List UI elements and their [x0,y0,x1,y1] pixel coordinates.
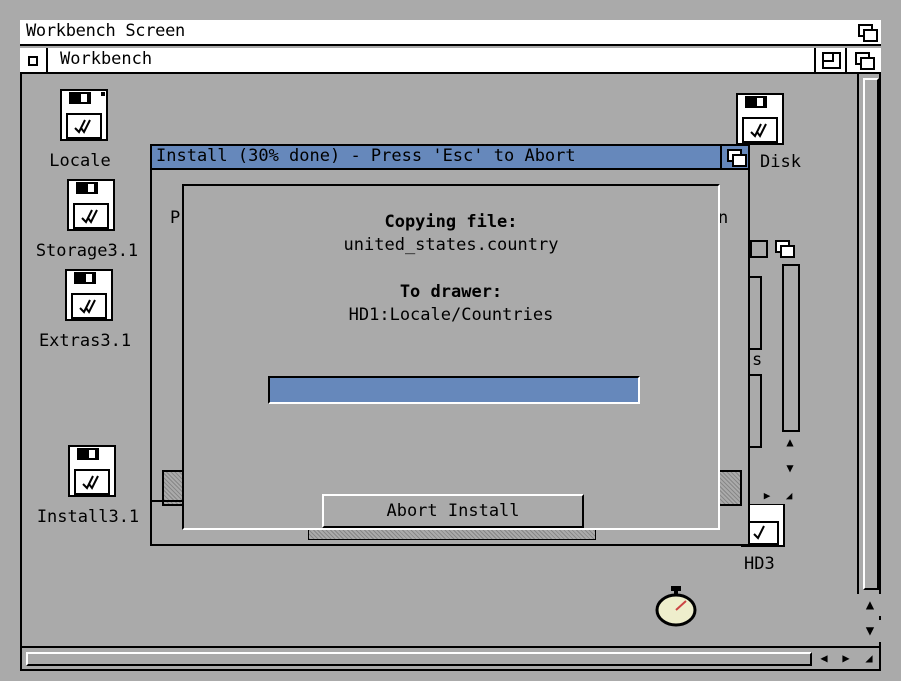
install-progress-panel: Copying file: united_states.country To d… [182,184,720,530]
drawer-label: To drawer: [399,282,503,302]
icon-label: Storage3.1 [35,241,139,261]
stopwatch-icon [655,586,697,627]
disk-icon-install[interactable]: Install3.1 [30,444,146,527]
disk-icon [68,445,116,497]
icon-label: Install3.1 [36,507,140,527]
arrow-right-icon[interactable]: ▶ [758,486,776,504]
arrow-down-icon[interactable]: ▼ [780,458,800,478]
partial-text: s [752,350,763,370]
icon-label: Locale [49,151,111,171]
disk-icon [60,89,108,141]
install-window: Install (30% done) - Press 'Esc' to Abor… [150,144,750,546]
disk-icon [65,269,113,321]
arrow-down-icon[interactable]: ▼ [859,620,881,642]
arrow-up-icon[interactable]: ▲ [859,594,881,616]
progress-fill [270,378,381,402]
disk-icon [67,179,115,231]
install-window-title: Install (30% done) - Press 'Esc' to Abor… [156,146,576,166]
vertical-scrollbar[interactable] [857,74,881,594]
screen-depth-gadget-icon[interactable] [855,21,879,43]
icon-label: Extras3.1 [38,331,132,351]
disk-icon-locale[interactable]: Locale [40,88,120,171]
progress-bar [268,376,640,404]
resize-icon[interactable]: ◢ [780,486,798,504]
depth-gadget-icon[interactable] [724,146,748,168]
arrow-right-icon[interactable]: ▶ [836,648,856,668]
icon-label: Disk [760,152,801,172]
depth-gadget-icon[interactable] [772,237,796,259]
arrow-left-icon[interactable]: ◀ [814,648,834,668]
workbench-title: Workbench [60,49,153,69]
file-name: united_states.country [343,235,559,255]
disk-icon-storage[interactable]: Storage3.1 [32,178,142,261]
arrow-up-icon[interactable]: ▲ [780,432,800,452]
depth-gadget-icon[interactable] [852,49,876,71]
abort-install-button[interactable]: Abort Install [322,494,584,528]
screen-title: Workbench Screen [26,21,185,41]
workbench-title-bar[interactable]: Workbench [20,48,881,74]
horizontal-scrollbar[interactable] [22,648,812,668]
copying-label: Copying file: [384,212,518,232]
partial-text: P [170,208,181,228]
drawer-title-bar[interactable] [746,236,796,262]
close-gadget-icon[interactable] [24,52,40,68]
disk-icon [736,93,784,145]
icon-label: HD3 [744,554,775,574]
drawer-path: HD1:Locale/Countries [348,305,554,325]
drawer-scrollbar[interactable] [782,264,800,432]
install-title-bar[interactable]: Install (30% done) - Press 'Esc' to Abor… [152,146,748,170]
screen-title-bar: Workbench Screen [20,20,881,46]
disk-icon-extras[interactable]: Extras3.1 [30,268,140,351]
zoom-gadget-icon[interactable] [819,49,843,71]
resize-icon[interactable]: ◢ [859,648,879,668]
